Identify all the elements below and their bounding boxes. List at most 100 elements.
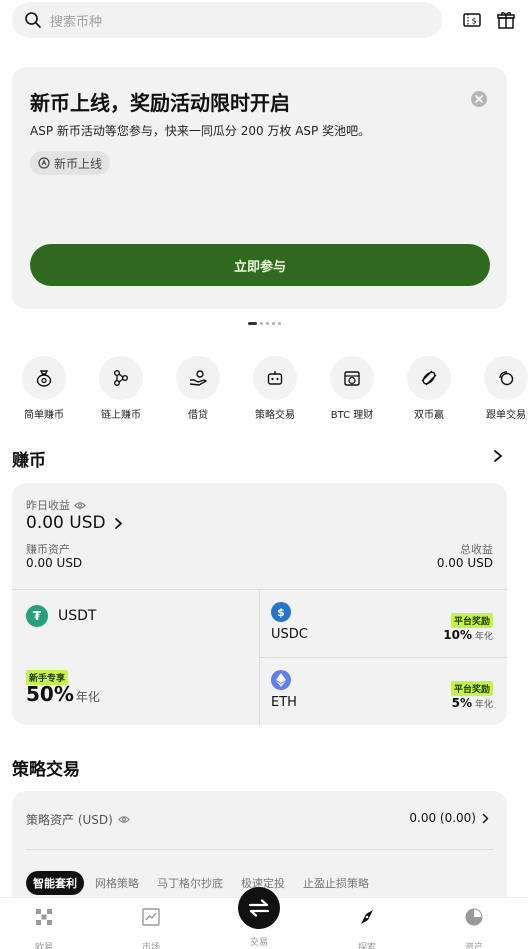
banner-tag-label: 新币上线: [54, 156, 103, 171]
usdt-apy: 50% 年化: [26, 682, 100, 706]
product-label: 策略交易: [255, 410, 295, 421]
strategy-section-title: 策略交易: [12, 760, 80, 780]
trade-button[interactable]: [238, 887, 280, 929]
chart-icon: [142, 908, 160, 926]
voucher-icon[interactable]: $: [462, 10, 482, 30]
strategy-tabs: 智能套利 网格策略 马丁格尔抄底 极速定投 止盈止损策略: [26, 871, 376, 895]
eye-icon[interactable]: [118, 815, 130, 824]
product-icon-wrap: [484, 356, 528, 400]
earn-card: 昨日收益 0.00 USD 赚币资产 0.00 USD 总收益 0.00 USD…: [12, 483, 507, 725]
chevron-right-icon[interactable]: [492, 449, 504, 463]
divider: [259, 657, 507, 658]
product-shortcuts: 简单赚币 链上赚币 借贷 策略交易 BTC 理财 双币赢 跟单交易: [0, 356, 528, 421]
search-input[interactable]: 搜索币种: [12, 2, 442, 38]
nav-label-trade: 交易: [249, 938, 268, 948]
usdt-product[interactable]: ₮ USDT: [26, 605, 96, 627]
nav-label: 探索: [357, 943, 376, 949]
nav-item-explore[interactable]: 探索: [327, 898, 407, 949]
search-icon: [25, 12, 41, 28]
swap-arrows-icon: [248, 899, 270, 917]
carousel-dot[interactable]: [271, 322, 275, 325]
product-onchain-earn[interactable]: 链上赚币: [85, 356, 157, 421]
chevron-right-icon: [482, 813, 489, 823]
divider: [26, 849, 493, 850]
product-copy-trading[interactable]: 跟单交易: [470, 356, 528, 421]
dual-coin-icon: [421, 370, 437, 386]
eth-apy: 5% 年化: [452, 696, 493, 710]
tab-smart-arbitrage[interactable]: 智能套利: [26, 871, 84, 895]
product-icon-wrap: [253, 356, 297, 400]
apy-unit: 年化: [474, 632, 493, 642]
nav-item-market[interactable]: 市场: [111, 898, 191, 949]
apy-value: 5%: [451, 696, 472, 710]
product-label: 链上赚币: [101, 410, 141, 421]
carousel-dot[interactable]: [265, 322, 269, 325]
apy-unit: 年化: [75, 690, 100, 704]
tab-martingale[interactable]: 马丁格尔抄底: [150, 871, 230, 895]
yesterday-earnings-value[interactable]: 0.00 USD: [26, 513, 123, 533]
robot-icon: [267, 371, 283, 385]
product-simple-earn[interactable]: 简单赚币: [8, 356, 80, 421]
carousel-dot[interactable]: [277, 322, 281, 325]
product-strategy-trade[interactable]: 策略交易: [239, 356, 311, 421]
product-label: BTC 理财: [330, 410, 374, 421]
apy-value: 50%: [26, 682, 74, 706]
tab-grid-strategy[interactable]: 网格策略: [88, 871, 146, 895]
banner-close-button[interactable]: [471, 91, 487, 107]
banner-title: 新币上线，奖励活动限时开启: [30, 91, 290, 115]
usdt-logo-icon: ₮: [26, 605, 48, 627]
apy-unit: 年化: [474, 700, 493, 710]
product-label: 借贷: [188, 410, 208, 421]
total-earnings-value: 0.00 USD: [436, 556, 493, 570]
nav-label: 欧易: [34, 943, 53, 949]
product-icon-wrap: [407, 356, 451, 400]
product-btc-finance[interactable]: BTC 理财: [316, 356, 388, 421]
product-icon-wrap: [176, 356, 220, 400]
coin-name: ETH: [271, 695, 297, 710]
join-now-button[interactable]: 立即参与: [30, 244, 490, 286]
money-bag-icon: [36, 370, 52, 387]
hand-coin-icon: [189, 370, 207, 386]
compass-icon: [361, 910, 373, 924]
yesterday-earnings-label: 昨日收益: [26, 497, 86, 513]
okx-logo-icon: [36, 909, 52, 925]
btc-calendar-icon: [344, 371, 360, 386]
pie-chart-icon: [465, 908, 483, 926]
promo-banner[interactable]: 新币上线，奖励活动限时开启 ASP 新币活动等您参与，快来一同瓜分 200 万枚…: [12, 67, 507, 309]
carousel-dot[interactable]: [247, 322, 257, 325]
nav-item-home[interactable]: 欧易: [4, 898, 84, 949]
product-loan[interactable]: 借贷: [162, 356, 234, 421]
carousel-indicator: [0, 322, 528, 325]
apy-value: 10%: [443, 628, 472, 642]
strategy-assets-label-text: 策略资产 (USD): [26, 813, 113, 827]
product-label: 双币赢: [414, 410, 444, 421]
close-icon: [475, 95, 483, 103]
eth-diamond-icon: [276, 673, 286, 687]
search-placeholder: 搜索币种: [50, 14, 103, 30]
chain-nodes-icon: [114, 370, 128, 386]
yesterday-value-text: 0.00 USD: [26, 513, 106, 533]
usdc-product[interactable]: $ USDC 平台奖励 10% 年化: [271, 602, 507, 657]
carousel-dot[interactable]: [259, 322, 263, 325]
top-icons: $: [462, 2, 516, 38]
nav-label: 市场: [141, 943, 160, 949]
chevron-right-icon: [114, 517, 122, 529]
new-coin-icon: [38, 157, 50, 169]
total-earnings-label: 总收益: [460, 543, 493, 556]
nav-item-assets[interactable]: 资产: [434, 898, 514, 949]
eth-logo-icon: [271, 670, 291, 690]
product-icon-wrap: [22, 356, 66, 400]
nav-label: 资产: [464, 943, 483, 949]
platform-reward-badge: 平台奖励: [450, 681, 493, 696]
strategy-assets-value[interactable]: 0.00 (0.00): [409, 811, 489, 825]
tab-tp-sl-strategy[interactable]: 止盈止损策略: [296, 871, 376, 895]
usdc-apy: 10% 年化: [443, 628, 493, 642]
eye-icon[interactable]: [74, 501, 86, 510]
banner-tag: 新币上线: [30, 151, 111, 175]
eth-product[interactable]: ETH 平台奖励 5% 年化: [271, 670, 507, 725]
yesterday-label-text: 昨日收益: [26, 499, 70, 512]
product-icon-wrap: [99, 356, 143, 400]
gift-icon[interactable]: [496, 10, 516, 30]
product-dual-investment[interactable]: 双币赢: [393, 356, 465, 421]
earn-section-title: 赚币: [12, 451, 46, 471]
